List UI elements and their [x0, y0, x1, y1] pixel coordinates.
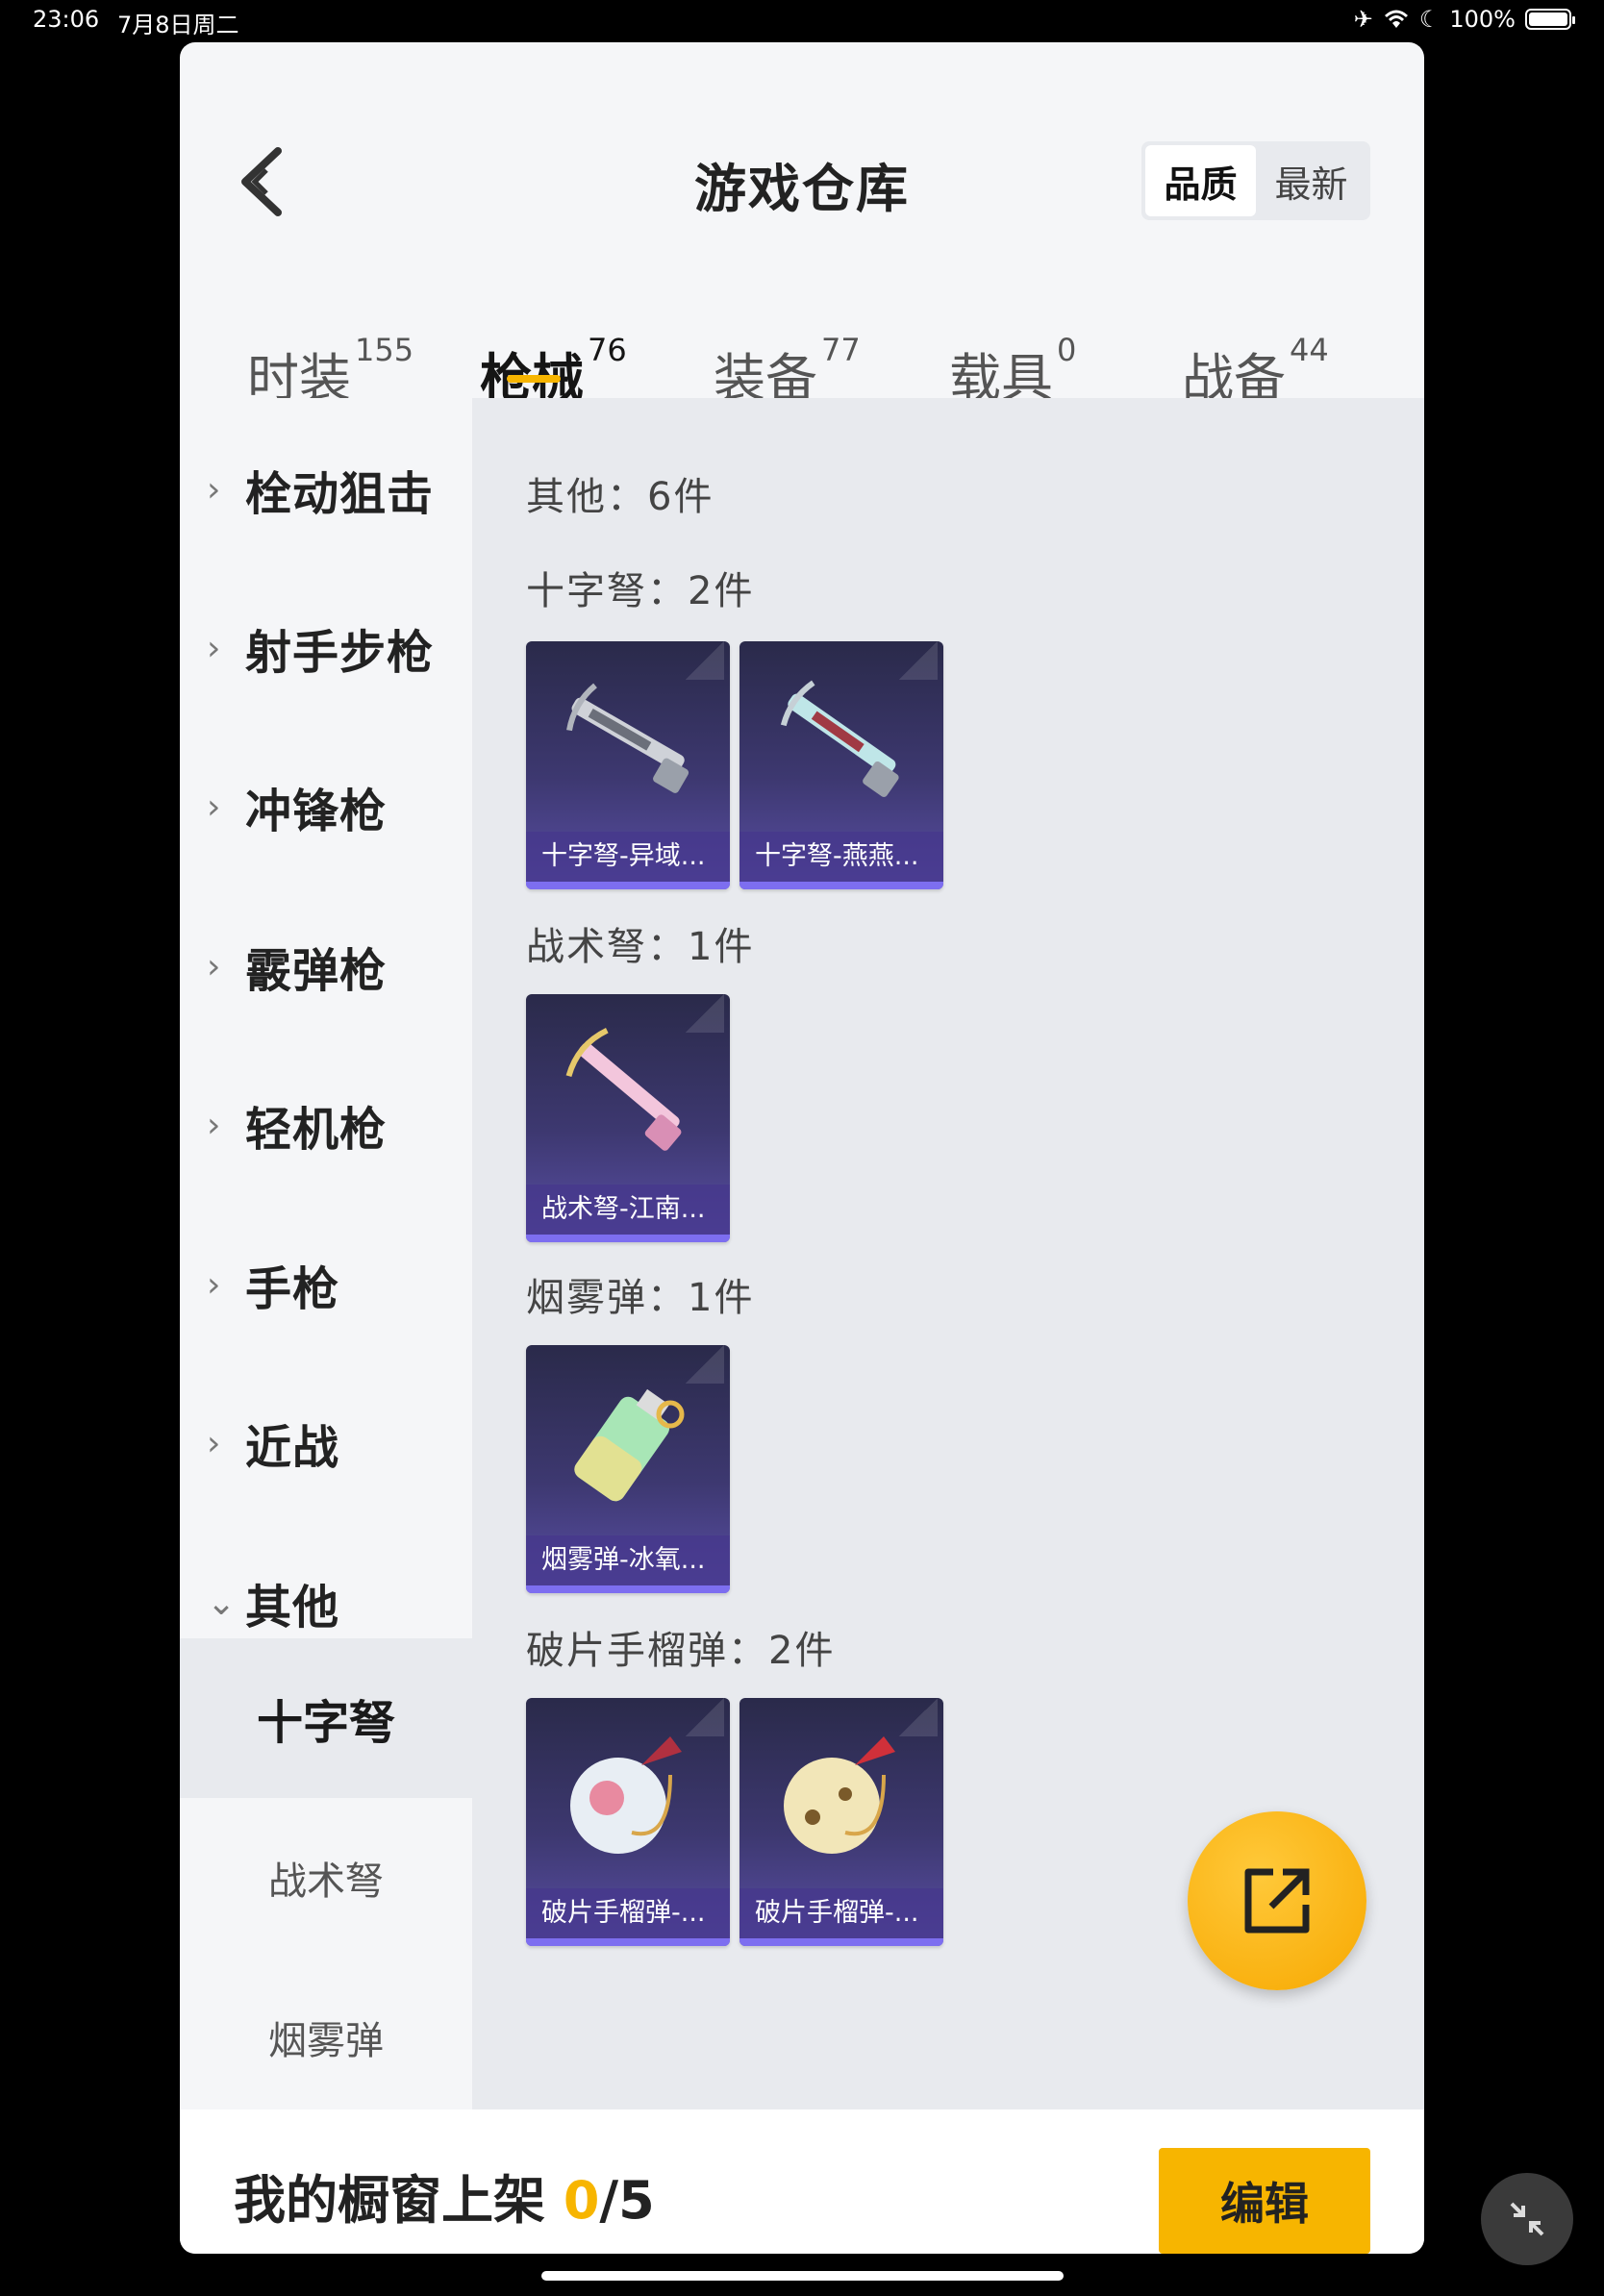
- tab-active-indicator: [507, 375, 561, 383]
- edit-button[interactable]: 编辑: [1159, 2148, 1370, 2254]
- showcase-status: 我的橱窗上架 0/5: [234, 2158, 655, 2234]
- sidebar-item-lmg[interactable]: › 轻机枪: [180, 1072, 472, 1178]
- moon-icon: ☾: [1418, 6, 1441, 33]
- sidebar-subitem-tactical-crossbow[interactable]: 战术弩: [180, 1798, 472, 1958]
- summary-title: 其他：6件: [526, 475, 714, 519]
- item-name: 破片手榴弹-...: [739, 1888, 943, 1938]
- sidebar-item-pistol[interactable]: › 手枪: [180, 1232, 472, 1337]
- chevron-right-icon: ›: [207, 946, 221, 986]
- showcase-total: /5: [599, 2170, 655, 2231]
- assistive-touch-button[interactable]: [1481, 2173, 1573, 2265]
- battery-icon: [1525, 9, 1575, 30]
- item-name: 破片手榴弹-...: [526, 1888, 730, 1938]
- item-name: 烟雾弹-冰氧...: [526, 1535, 730, 1585]
- chevron-right-icon: ›: [207, 1105, 221, 1145]
- airplane-icon: ✈: [1353, 6, 1373, 33]
- tab-count: 77: [821, 332, 861, 368]
- item-card[interactable]: 破片手榴弹-...: [526, 1698, 730, 1946]
- chevron-down-icon: ⌄: [207, 1583, 237, 1623]
- sidebar-item-melee[interactable]: › 近战: [180, 1390, 472, 1496]
- bottom-bar: 我的橱窗上架 0/5 编辑: [180, 2109, 1424, 2254]
- item-card[interactable]: 十字弩-异域...: [526, 641, 730, 889]
- sidebar-item-label: 手枪: [245, 1262, 340, 1316]
- battery-percent: 100%: [1449, 6, 1516, 33]
- header: 游戏仓库 品质 最新: [180, 42, 1424, 220]
- item-name: 战术弩-江南...: [526, 1185, 730, 1235]
- item-card[interactable]: 十字弩-燕燕...: [739, 641, 943, 889]
- chevron-right-icon: ›: [207, 469, 221, 510]
- sort-toggle: 品质 最新: [1141, 141, 1370, 220]
- status-time: 23:06: [33, 6, 100, 33]
- item-card[interactable]: 破片手榴弹-...: [739, 1698, 943, 1946]
- status-icons: ✈ ☾ 100%: [1353, 6, 1575, 33]
- app-window: 游戏仓库 品质 最新 时装 155 枪械 76 装备 77 载具 0 战备 44 › 栓动狙…: [180, 42, 1424, 2254]
- showcase-current: 0: [563, 2170, 600, 2231]
- status-bar: 23:06 7月8日周二 ✈ ☾ 100%: [0, 0, 1604, 44]
- sidebar-item-label: 轻机枪: [245, 1103, 388, 1157]
- tab-count: 76: [588, 332, 627, 368]
- chevron-right-icon: ›: [207, 1423, 221, 1463]
- sidebar-item-smg[interactable]: › 冲锋枪: [180, 754, 472, 860]
- sidebar-item-marksman-rifle[interactable]: › 射手步枪: [180, 595, 472, 701]
- share-button[interactable]: [1188, 1811, 1366, 1990]
- share-icon: [1244, 1868, 1310, 1934]
- sidebar-item-label: 冲锋枪: [245, 785, 388, 838]
- chevron-right-icon: ›: [207, 786, 221, 827]
- section-title: 战术弩：1件: [526, 925, 755, 969]
- sidebar-item-label: 其他: [245, 1581, 340, 1635]
- item-name: 十字弩-燕燕...: [739, 832, 943, 882]
- tab-count: 0: [1057, 332, 1077, 368]
- sidebar-subitem-smoke[interactable]: 烟雾弹: [180, 1958, 472, 2117]
- sidebar-item-bolt-sniper[interactable]: › 栓动狙击: [180, 437, 472, 542]
- sort-newest-button[interactable]: 最新: [1256, 145, 1366, 216]
- home-indicator[interactable]: [541, 2271, 1064, 2281]
- category-tabs: 时装 155 枪械 76 装备 77 载具 0 战备 44: [180, 283, 1424, 409]
- item-name: 十字弩-异域...: [526, 832, 730, 882]
- sidebar-item-label: 近战: [245, 1421, 340, 1475]
- sidebar: › 栓动狙击 › 射手步枪 › 冲锋枪 › 霰弹枪 › 轻机枪 › 手枪 › 近战 ⌄ 其他 十…: [180, 398, 472, 2109]
- sort-quality-button[interactable]: 品质: [1145, 145, 1256, 216]
- tab-count: 155: [355, 332, 414, 368]
- sidebar-item-label: 栓动狙击: [245, 467, 435, 521]
- sidebar-subitem-crossbow[interactable]: 十字弩: [180, 1638, 472, 1798]
- section-title: 十字弩：2件: [526, 569, 755, 613]
- showcase-label: 我的橱窗上架: [234, 2170, 545, 2231]
- sidebar-item-label: 霰弹枪: [245, 944, 388, 998]
- tab-count: 44: [1290, 332, 1329, 368]
- item-card[interactable]: 战术弩-江南...: [526, 994, 730, 1242]
- chevron-right-icon: ›: [207, 628, 221, 668]
- wifi-icon: [1384, 10, 1408, 28]
- section-title: 破片手榴弹：2件: [526, 1629, 836, 1673]
- item-card[interactable]: 烟雾弹-冰氧...: [526, 1345, 730, 1593]
- collapse-icon: [1510, 2202, 1544, 2236]
- status-date: 7月8日周二: [117, 12, 239, 38]
- section-title: 烟雾弹：1件: [526, 1276, 755, 1320]
- sidebar-item-shotgun[interactable]: › 霰弹枪: [180, 913, 472, 1019]
- sidebar-item-label: 射手步枪: [245, 626, 435, 680]
- chevron-right-icon: ›: [207, 1264, 221, 1305]
